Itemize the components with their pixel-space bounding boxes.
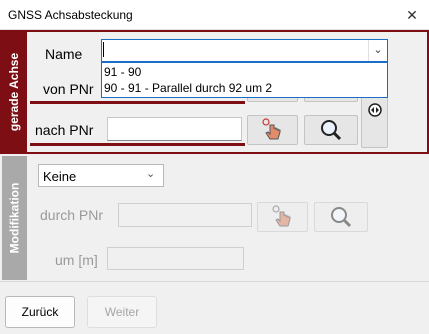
dropdown-item[interactable]: 90 - 91 - Parallel durch 92 um 2 bbox=[104, 81, 272, 95]
nach-underline bbox=[30, 143, 245, 146]
back-button[interactable]: Zurück bbox=[5, 296, 75, 328]
von-underline bbox=[30, 101, 245, 104]
straight-axis-side-label: gerade Achse bbox=[2, 32, 27, 152]
magnifier-icon bbox=[321, 120, 342, 141]
straight-axis-label-text: gerade Achse bbox=[7, 52, 22, 132]
modification-select-value: Keine bbox=[43, 169, 77, 184]
window-title: GNSS Achsabsteckung bbox=[8, 8, 133, 22]
magnifier-icon bbox=[331, 207, 352, 228]
pick-point-button-durch[interactable] bbox=[257, 202, 308, 232]
name-combobox[interactable] bbox=[101, 39, 388, 62]
name-dropdown-list: 91 - 90 90 - 91 - Parallel durch 92 um 2 bbox=[101, 62, 388, 98]
hand-pointer-icon bbox=[271, 205, 290, 227]
von-pnr-label: von PNr bbox=[43, 81, 94, 97]
hand-pointer-icon bbox=[261, 118, 280, 140]
modification-side-label: Modifikation bbox=[2, 156, 27, 280]
close-icon[interactable]: ✕ bbox=[398, 3, 426, 27]
pick-point-button-nach[interactable] bbox=[247, 115, 298, 145]
dropdown-item[interactable]: 91 - 90 bbox=[104, 65, 141, 79]
name-label: Name bbox=[45, 46, 83, 62]
search-point-button-nach[interactable] bbox=[304, 115, 358, 145]
um-meter-label: um [m] bbox=[55, 252, 98, 268]
nach-pnr-label: nach PNr bbox=[35, 122, 94, 138]
durch-pnr-label: durch PNr bbox=[40, 207, 104, 223]
next-button[interactable]: Weiter bbox=[87, 296, 157, 328]
text-caret bbox=[103, 42, 104, 57]
nach-pnr-input[interactable] bbox=[107, 117, 242, 141]
chevron-down-icon[interactable]: ⌄ bbox=[368, 40, 387, 61]
um-meter-input[interactable] bbox=[107, 247, 244, 270]
swap-arrows-icon bbox=[367, 103, 382, 117]
modification-label-text: Modifikation bbox=[7, 182, 22, 254]
durch-pnr-input[interactable] bbox=[118, 203, 252, 227]
search-point-button-durch[interactable] bbox=[314, 202, 368, 232]
chevron-down-icon: ⌄ bbox=[146, 168, 156, 180]
